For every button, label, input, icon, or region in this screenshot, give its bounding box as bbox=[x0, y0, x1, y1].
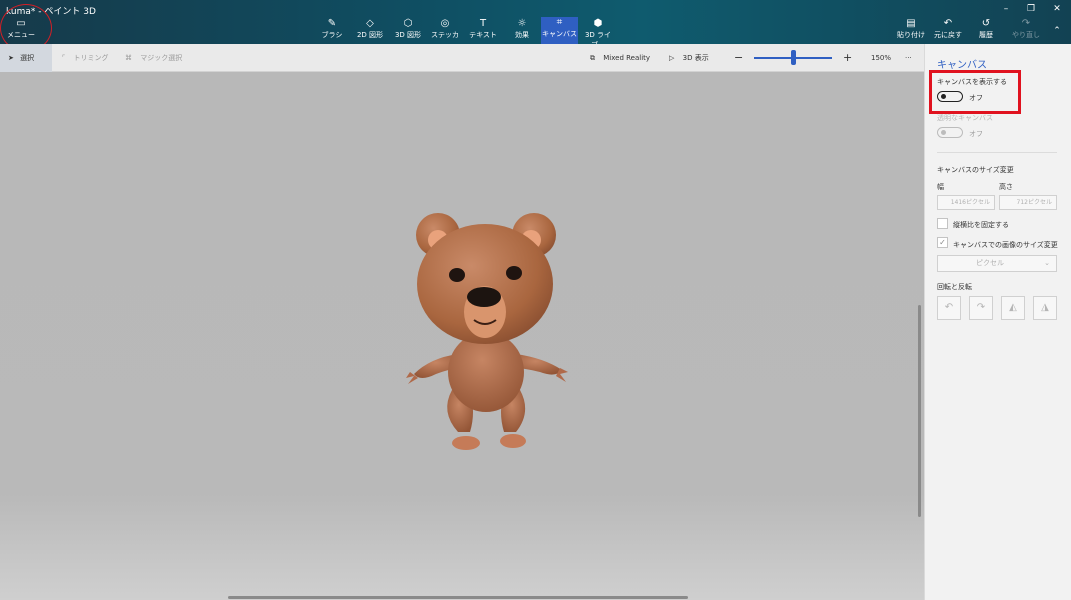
history-button[interactable]: ↺ 履歴 bbox=[970, 18, 1002, 44]
panel-title: キャンバス bbox=[937, 60, 987, 71]
transparent-canvas-label: 透明なキャンバス bbox=[937, 114, 993, 122]
crop-icon: ⌜ bbox=[62, 54, 66, 62]
magic-select-label: マジック選択 bbox=[140, 54, 183, 62]
bear-model[interactable] bbox=[0, 72, 924, 600]
bear-nose bbox=[467, 287, 501, 307]
secondary-toolbar: ➤ 選択 ⌜ トリミング ⌘ マジック選択 ⧉ Mixed Reality ▷ … bbox=[0, 44, 924, 72]
bear-right-foot bbox=[500, 434, 526, 448]
bear-left-foot bbox=[452, 436, 480, 450]
lock-ratio-label: 縦横比を固定する bbox=[953, 221, 1009, 229]
rotate-left-icon: ↶ bbox=[944, 302, 954, 313]
canvas-area[interactable] bbox=[0, 72, 924, 600]
tool-label: ブラシ bbox=[321, 31, 343, 39]
more-options-icon[interactable]: ··· bbox=[905, 44, 912, 72]
flip-horizontal-icon: ◭ bbox=[1009, 302, 1017, 313]
tool-canvas[interactable]: ⌗ キャンバス bbox=[541, 17, 578, 44]
collapse-ribbon-icon[interactable]: ⌃ bbox=[1046, 24, 1068, 38]
undo-button[interactable]: ↶ 元に戻す bbox=[932, 18, 964, 44]
transparent-canvas-toggle[interactable] bbox=[937, 127, 963, 138]
flip-vertical-icon: ◮ bbox=[1041, 302, 1049, 313]
rotate-right-button[interactable]: ↷ bbox=[969, 296, 993, 320]
cube-icon: ⬡ bbox=[403, 18, 413, 29]
unit-value: ピクセル bbox=[976, 259, 1004, 267]
tool-3d-library[interactable]: ⬢ 3D ライブ... bbox=[581, 18, 615, 49]
width-label: 幅 bbox=[937, 183, 944, 191]
view-3d-icon: ▷ bbox=[669, 54, 675, 62]
tool-label: 3D 図形 bbox=[394, 31, 422, 39]
select-label: 選択 bbox=[20, 54, 35, 62]
height-field[interactable]: 712ピクセル bbox=[999, 195, 1057, 210]
shapes-2d-icon: ◇ bbox=[366, 18, 374, 29]
history-icon: ↺ bbox=[981, 18, 991, 29]
magic-select-button[interactable]: ⌘ マジック選択 bbox=[125, 44, 182, 72]
tool-label: 貼り付け bbox=[897, 31, 925, 39]
rotate-title: 回転と反転 bbox=[937, 283, 972, 291]
text-icon: T bbox=[479, 18, 487, 29]
bear-body bbox=[448, 332, 524, 412]
resize-title: キャンバスのサイズ変更 bbox=[937, 166, 1014, 174]
paste-icon: ▤ bbox=[906, 18, 916, 29]
close-icon[interactable]: ✕ bbox=[1046, 2, 1068, 16]
redo-button[interactable]: ↷ やり直し bbox=[1010, 18, 1042, 44]
width-field[interactable]: 1416ピクセル bbox=[937, 195, 995, 210]
mixed-reality-icon: ⧉ bbox=[590, 54, 595, 62]
crop-label: トリミング bbox=[73, 54, 109, 62]
mixed-reality-label: Mixed Reality bbox=[603, 54, 651, 62]
tool-label: キャンバス bbox=[542, 30, 577, 38]
tool-label: 効果 bbox=[515, 31, 529, 39]
crop-button[interactable]: ⌜ トリミング bbox=[62, 44, 109, 72]
maximize-icon[interactable]: ❐ bbox=[1020, 2, 1042, 16]
tool-effects[interactable]: ☼ 効果 bbox=[508, 18, 536, 44]
magic-select-icon: ⌘ bbox=[125, 54, 132, 62]
zoom-out-button[interactable]: − bbox=[734, 44, 743, 72]
lock-ratio-checkbox[interactable] bbox=[937, 218, 948, 229]
vertical-scrollbar[interactable] bbox=[918, 305, 921, 517]
divider bbox=[937, 152, 1057, 153]
library-3d-icon: ⬢ bbox=[593, 18, 603, 29]
select-button[interactable]: ➤ 選択 bbox=[0, 44, 52, 72]
redo-icon: ↷ bbox=[1021, 18, 1031, 29]
resize-image-label: キャンバスでの画像のサイズ変更 bbox=[953, 241, 1058, 249]
brush-icon: ✎ bbox=[327, 18, 337, 29]
resize-image-checkbox[interactable]: ✓ bbox=[937, 237, 948, 248]
unit-dropdown[interactable]: ピクセル ⌄ bbox=[937, 255, 1057, 272]
highlight-box bbox=[929, 70, 1021, 114]
undo-icon: ↶ bbox=[943, 18, 953, 29]
flip-horizontal-button[interactable]: ◭ bbox=[1001, 296, 1025, 320]
tool-label: 元に戻す bbox=[934, 31, 962, 39]
view-3d-label: 3D 表示 bbox=[682, 54, 709, 62]
transparent-canvas-state: オフ bbox=[969, 130, 983, 138]
tool-label: やり直し bbox=[1012, 31, 1040, 39]
view-3d-button[interactable]: ▷ 3D 表示 bbox=[669, 44, 709, 72]
tool-stickers[interactable]: ◎ ステッカー bbox=[430, 18, 460, 49]
tool-label: 2D 図形 bbox=[356, 31, 384, 39]
rotate-right-icon: ↷ bbox=[976, 302, 986, 313]
height-label: 高さ bbox=[999, 183, 1013, 191]
minimize-icon[interactable]: – bbox=[995, 2, 1017, 16]
canvas-icon: ⌗ bbox=[556, 17, 563, 28]
tool-label: テキスト bbox=[469, 31, 497, 39]
canvas-panel: キャンバス キャンバスを表示する オフ 透明なキャンバス オフ キャンバスのサイ… bbox=[924, 44, 1071, 600]
flip-vertical-button[interactable]: ◮ bbox=[1033, 296, 1057, 320]
cursor-icon: ➤ bbox=[8, 54, 14, 62]
tool-text[interactable]: T テキスト bbox=[468, 18, 498, 44]
zoom-percentage[interactable]: 150% bbox=[871, 44, 891, 72]
chevron-down-icon: ⌄ bbox=[1044, 259, 1050, 267]
mixed-reality-button[interactable]: ⧉ Mixed Reality bbox=[590, 44, 650, 72]
paste-button[interactable]: ▤ 貼り付け bbox=[895, 18, 927, 44]
tool-2d-shapes[interactable]: ◇ 2D 図形 bbox=[354, 18, 386, 44]
rotate-left-button[interactable]: ↶ bbox=[937, 296, 961, 320]
tool-3d-shapes[interactable]: ⬡ 3D 図形 bbox=[392, 18, 424, 44]
zoom-slider-thumb[interactable] bbox=[791, 50, 796, 65]
horizontal-scrollbar[interactable] bbox=[228, 596, 688, 599]
zoom-in-button[interactable]: + bbox=[843, 44, 852, 72]
bear-left-eye bbox=[449, 268, 465, 282]
sticker-icon: ◎ bbox=[440, 18, 450, 29]
effects-icon: ☼ bbox=[517, 18, 527, 29]
tool-label: 履歴 bbox=[979, 31, 993, 39]
app-ribbon: kuma* - ペイント 3D – ❐ ✕ ▭ メニュー ✎ ブラシ ◇ 2D … bbox=[0, 0, 1071, 49]
bear-right-eye bbox=[506, 266, 522, 280]
tool-brush[interactable]: ✎ ブラシ bbox=[318, 18, 346, 44]
